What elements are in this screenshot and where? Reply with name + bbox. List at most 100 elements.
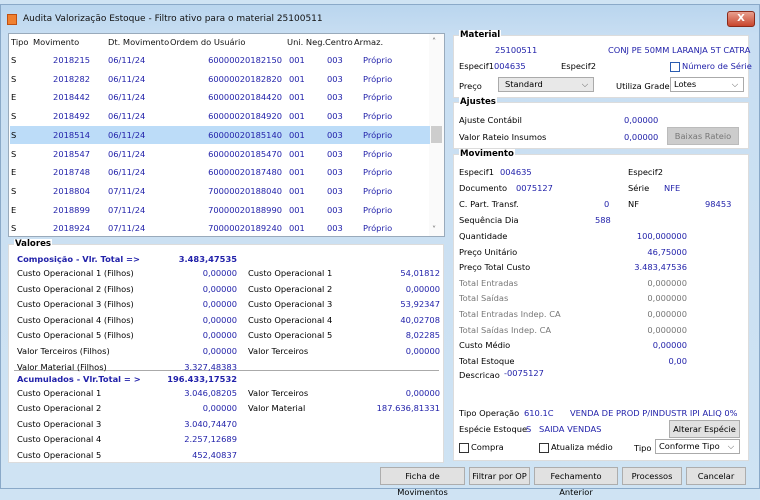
table-row[interactable]: S 2018547 06/11/24 60000020185470 001 003 Próp… [10, 145, 430, 163]
column-header[interactable]: Ordem do Usuário [170, 37, 245, 47]
cpart-label: C. Part. Transf. [459, 199, 519, 209]
movimento-value: 0,000000 [647, 293, 687, 304]
filtrar-op-button[interactable]: Filtrar por OP [469, 467, 530, 485]
ficha-movimentos-button[interactable]: Ficha de Movimentos [380, 467, 465, 497]
table-row[interactable]: S 2018924 07/11/24 70000020189240 001 003 Próp… [10, 219, 430, 237]
cell: S [11, 111, 17, 122]
cell: S [11, 185, 17, 196]
value-label: Valor Material [248, 403, 306, 414]
value-amount: 0,00000 [202, 346, 237, 356]
baixas-rateio-button[interactable]: Baixas Rateio [667, 127, 739, 145]
cell: 003 [327, 111, 343, 122]
column-header[interactable]: Movimento [33, 37, 79, 47]
column-header[interactable]: Tipo [11, 37, 28, 47]
tipo-op-desc: VENDA DE PROD P/INDUSTR IPI ALIQ 0% [570, 408, 738, 418]
movimento-value-label: Preço Total Custo [459, 262, 531, 273]
column-header[interactable]: Armaz. [354, 37, 383, 47]
close-button[interactable]: X [727, 11, 755, 27]
value-label: Custo Operacional 2 (Filhos) [17, 283, 134, 294]
cell: 2018924 [53, 223, 90, 234]
scroll-up-icon[interactable]: ˄ [432, 36, 436, 46]
value-amount: 0,00000 [202, 403, 237, 414]
movimento-value-label: Total Entradas [459, 277, 518, 288]
cell: 003 [327, 223, 343, 234]
seq-value: 588 [595, 215, 611, 225]
cell: 70000020189240 [208, 223, 282, 234]
window-title: Audita Valorização Estoque - Filtro ativ… [23, 14, 323, 24]
atualiza-medio-checkbox[interactable] [539, 443, 549, 453]
table-row[interactable]: S 2018282 06/11/24 60000020182820 001 003 Próp… [10, 70, 430, 88]
scroll-down-icon[interactable]: ˅ [432, 224, 436, 234]
ajuste-contabil-label: Ajuste Contábil [459, 115, 522, 125]
scroll-thumb[interactable] [431, 126, 442, 143]
cell: 60000020185140 [208, 129, 282, 140]
movimento-value-label: Quantidade [459, 231, 508, 241]
column-header[interactable]: Centro [325, 37, 353, 47]
seq-label: Sequência Dia [459, 215, 519, 225]
cell: S [11, 223, 17, 234]
tipo-value: Conforme Tipo [659, 441, 720, 451]
cell: S [11, 55, 17, 65]
grade-select[interactable]: Lotes ⌵ [670, 77, 744, 92]
table-row[interactable]: S 2018514 06/11/24 60000020185140 001 003 Próp… [10, 125, 430, 144]
compra-checkbox[interactable] [459, 443, 469, 453]
movimento-value-label: Custo Médio [459, 340, 511, 351]
value-amount: 3.040,74470 [184, 418, 237, 429]
cell: 2018514 [53, 129, 90, 140]
value-amount: 0,00000 [202, 314, 237, 325]
preco-select[interactable]: Standard ⌵ [498, 77, 594, 92]
table-row[interactable]: S 2018215 06/11/24 60000020182150 001 003 Próp… [10, 51, 430, 69]
processos-button[interactable]: Processos [622, 467, 682, 485]
value-label: Custo Operacional 4 [248, 314, 333, 325]
value-label: Valor Terceiros [248, 388, 309, 398]
movimento-value-label: Preço Unitário [459, 246, 518, 257]
cell: Próprio [363, 92, 393, 103]
cell: Próprio [363, 167, 393, 178]
material-group: Material 25100511 CONJ PE 50MM LARANJA 5… [453, 30, 752, 98]
numero-serie-checkbox[interactable] [670, 62, 680, 72]
cancelar-button[interactable]: Cancelar [686, 467, 746, 485]
table-row[interactable]: E 2018442 06/11/24 60000020184420 001 003 Próp… [10, 88, 430, 106]
cell: 2018748 [53, 167, 90, 178]
table-row[interactable]: S 2018492 06/11/24 60000020184920 001 003 Próp… [10, 107, 430, 125]
movements-list[interactable]: ˄ ˅ Tipo Movimento Dt. Movimento Ordem do U… [8, 33, 445, 237]
cell: Próprio [363, 148, 393, 159]
cell: 70000020188040 [208, 185, 282, 196]
column-header[interactable]: Dt. Movimento [108, 37, 169, 47]
table-row[interactable]: S 2018804 07/11/24 70000020188040 001 003 Próp… [10, 182, 430, 200]
list-scrollbar[interactable]: ˄ ˅ [429, 34, 444, 236]
value-label: Custo Operacional 1 [248, 268, 333, 278]
cell: Próprio [363, 185, 393, 196]
cell: 2018282 [53, 73, 90, 84]
cell: 2018804 [53, 185, 90, 196]
cell: 60000020184920 [208, 111, 282, 122]
movimento-value: 100,000000 [636, 231, 687, 241]
valores-group: Valores Composição - Vlr. Total => 3.483,… [8, 239, 444, 463]
cell: 06/11/24 [108, 73, 146, 84]
cell: 07/11/24 [108, 223, 146, 234]
value-amount: 0,00000 [202, 283, 237, 294]
valores-title: Valores [14, 239, 53, 249]
cell: S [11, 73, 17, 84]
preco-value: Standard [505, 79, 543, 89]
mov-especif2-label: Especif2 [628, 167, 664, 177]
tipo-select[interactable]: Conforme Tipo ⌵ [655, 439, 740, 454]
especie-label: Espécie Estoque [459, 424, 528, 434]
cell: 003 [327, 73, 343, 84]
cell: S [11, 129, 17, 140]
fechamento-anterior-button[interactable]: Fechamento Anterior [534, 467, 618, 497]
cell: 07/11/24 [108, 185, 146, 196]
alterar-especie-button[interactable]: Alterar Espécie [669, 420, 740, 438]
table-row[interactable]: E 2018748 06/11/24 60000020187480 001 003 Próp… [10, 163, 430, 181]
app-icon [7, 14, 17, 25]
table-row[interactable]: E 2018899 07/11/24 70000020188990 001 003 Próp… [10, 201, 430, 219]
cell: 60000020185470 [208, 148, 282, 159]
value-label: Custo Operacional 3 [17, 418, 102, 429]
value-amount: 53,92347 [400, 299, 440, 310]
value-amount: 2.257,12689 [184, 434, 237, 445]
movimento-value: 3.483,47536 [634, 262, 687, 273]
column-header[interactable]: Uni. Neg. [287, 37, 325, 47]
value-label: Custo Operacional 2 [248, 283, 333, 294]
cell: 001 [289, 204, 305, 215]
value-label: Custo Operacional 2 [17, 403, 102, 414]
